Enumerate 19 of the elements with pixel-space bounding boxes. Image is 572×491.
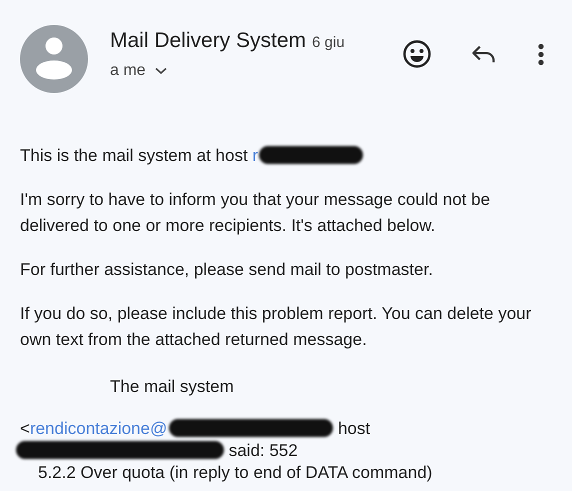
sender-name: Mail Delivery System bbox=[110, 29, 306, 53]
date: 6 giu bbox=[312, 34, 345, 51]
more-options-icon[interactable] bbox=[537, 42, 545, 66]
message-text: < bbox=[20, 419, 30, 438]
signature: The mail system bbox=[109, 376, 235, 398]
message-text: For further assistance, please send mail to postmaster. bbox=[20, 259, 434, 281]
email-link[interactable]: r bbox=[252, 146, 258, 165]
message-text: I'm sorry to have to inform you that your message could not be delivered to one or more recipients. It's attached below. bbox=[20, 189, 492, 237]
reply-icon[interactable] bbox=[470, 43, 497, 65]
message-text: said: 552 bbox=[228, 441, 298, 460]
message-text: 5.2.2 Over quota (in reply to end of DATA command) bbox=[37, 462, 434, 484]
message-text: This is the mail system at host bbox=[20, 146, 249, 165]
message-text: If you do so, please include this problem report. You can delete your own text from the attached returned message. bbox=[20, 303, 532, 351]
message-text: host bbox=[336, 419, 370, 438]
email-link[interactable]: rendicontazione@ bbox=[30, 419, 168, 438]
chevron-down-icon[interactable] bbox=[154, 67, 167, 75]
avatar-icon bbox=[20, 25, 88, 93]
emoji-icon[interactable] bbox=[402, 39, 432, 69]
recipient: a me bbox=[110, 62, 146, 80]
